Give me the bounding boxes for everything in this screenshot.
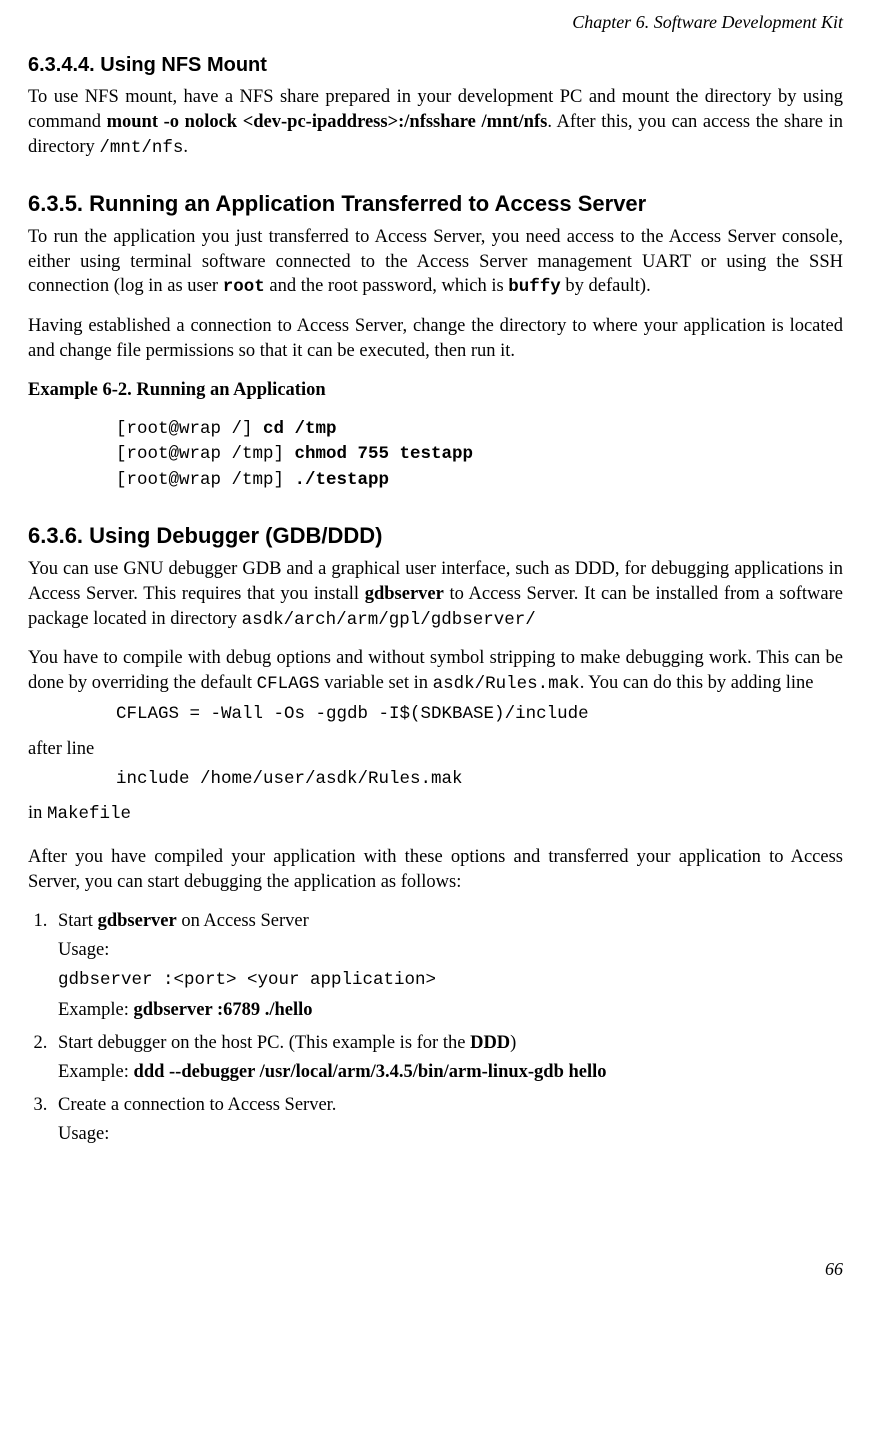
prompt: [root@wrap /tmp] [116, 444, 295, 464]
file-mono: Makefile [47, 804, 131, 824]
heading-6-3-6: 6.3.6. Using Debugger (GDB/DDD) [28, 521, 843, 551]
path-mono: /mnt/nfs [99, 138, 183, 158]
steps-list: Start gdbserver on Access Server Usage: … [28, 909, 843, 1147]
code-line-cflags: CFLAGS = -Wall -Os -ggdb -I$(SDKBASE)/in… [116, 703, 843, 727]
paragraph: To use NFS mount, have a NFS share prepa… [28, 85, 843, 161]
text: . [183, 137, 188, 157]
step-3: Create a connection to Access Server. Us… [52, 1093, 843, 1147]
example-title: Example 6-2. Running an Application [28, 378, 843, 403]
text: in [28, 803, 47, 823]
cmd: ./testapp [295, 470, 390, 490]
in-makefile: in Makefile [28, 801, 843, 827]
var-mono: CFLAGS [257, 674, 320, 694]
path-mono: asdk/Rules.mak [433, 674, 580, 694]
after-line-label: after line [28, 737, 843, 762]
text: by default). [561, 276, 651, 296]
text: Example: [58, 1062, 134, 1082]
text: Create a connection to Access Server. [58, 1095, 336, 1115]
prompt: [root@wrap /tmp] [116, 470, 295, 490]
text: Start [58, 911, 98, 931]
password-mono: buffy [508, 277, 561, 297]
bold: DDD [470, 1033, 510, 1053]
step-2: Start debugger on the host PC. (This exa… [52, 1031, 843, 1085]
code-line-include: include /home/user/asdk/Rules.mak [116, 768, 843, 792]
bold: gdbserver [98, 911, 177, 931]
text: variable set in [320, 673, 433, 693]
running-header: Chapter 6. Software Development Kit [28, 10, 843, 34]
text: and the root password, which is [265, 276, 509, 296]
cmd: cd /tmp [263, 419, 337, 439]
user-mono: root [223, 277, 265, 297]
text: Start debugger on the host PC. (This exa… [58, 1033, 470, 1053]
paragraph: To run the application you just transfer… [28, 225, 843, 301]
bold: gdbserver [365, 584, 444, 604]
heading-6-3-5: 6.3.5. Running an Application Transferre… [28, 189, 843, 219]
page-number: 66 [28, 1257, 843, 1281]
usage-label: Usage: [58, 1122, 843, 1147]
command-bold: mount -o nolock <dev-pc-ipaddress>:/nfss… [107, 112, 548, 132]
prompt: [root@wrap /] [116, 419, 263, 439]
paragraph: You have to compile with debug options a… [28, 646, 843, 697]
text: on Access Server [177, 911, 309, 931]
paragraph: Having established a connection to Acces… [28, 314, 843, 364]
example-line: Example: gdbserver :6789 ./hello [58, 998, 843, 1023]
text: ) [510, 1033, 516, 1053]
path-mono: asdk/arch/arm/gpl/gdbserver/ [242, 610, 536, 630]
text: . You can do this by adding line [580, 673, 814, 693]
paragraph: After you have compiled your application… [28, 845, 843, 895]
bold: ddd --debugger /usr/local/arm/3.4.5/bin/… [134, 1062, 607, 1082]
usage-label: Usage: [58, 938, 843, 963]
heading-6-3-4-4: 6.3.4.4. Using NFS Mount [28, 52, 843, 79]
paragraph: You can use GNU debugger GDB and a graph… [28, 557, 843, 633]
step-1: Start gdbserver on Access Server Usage: … [52, 909, 843, 1024]
cmd: chmod 755 testapp [295, 444, 474, 464]
text: Example: [58, 1000, 134, 1020]
bold: gdbserver :6789 ./hello [134, 1000, 313, 1020]
usage-code: gdbserver :<port> <your application> [58, 969, 843, 993]
example-line: Example: ddd --debugger /usr/local/arm/3… [58, 1060, 843, 1085]
code-block-example: [root@wrap /] cd /tmp [root@wrap /tmp] c… [116, 417, 843, 493]
